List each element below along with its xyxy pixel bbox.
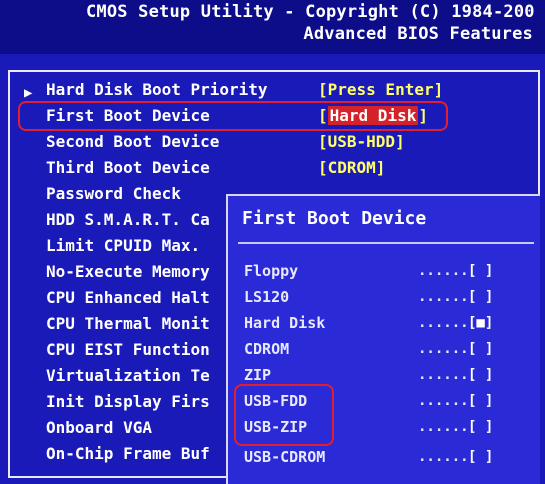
option-checkbox[interactable]: [ ] — [468, 367, 493, 383]
option-dots: ...... — [418, 341, 469, 357]
option-dots: ...... — [418, 419, 469, 435]
option-zip[interactable]: ZIP — [244, 366, 271, 384]
option-ls120[interactable]: LS120 — [244, 288, 289, 306]
popup-divider — [238, 242, 534, 244]
option-floppy[interactable]: Floppy — [244, 262, 298, 280]
menu-value-hard-disk-boot-priority[interactable]: [Press Enter] — [318, 80, 443, 99]
option-checkbox-selected[interactable]: [■] — [468, 315, 493, 331]
menu-item-second-boot-device[interactable]: Second Boot Device — [46, 132, 219, 151]
option-checkbox[interactable]: [ ] — [468, 263, 493, 279]
menu-item-password-check[interactable]: Password Check — [46, 184, 181, 203]
menu-item-cpu-enhanced-halt[interactable]: CPU Enhanced Halt — [46, 288, 210, 307]
utility-title: CMOS Setup Utility - Copyright (C) 1984-… — [86, 2, 535, 22]
menu-item-hard-disk-boot-priority[interactable]: Hard Disk Boot Priority — [46, 80, 268, 99]
option-dots: ...... — [418, 315, 469, 331]
menu-item-no-execute-memory[interactable]: No-Execute Memory — [46, 262, 210, 281]
submenu-arrow-icon: ▶ — [24, 85, 33, 101]
option-dots: ...... — [418, 367, 469, 383]
option-checkbox[interactable]: [ ] — [468, 289, 493, 305]
option-checkbox[interactable]: [ ] — [468, 419, 493, 435]
option-checkbox[interactable]: [ ] — [468, 393, 493, 409]
menu-item-third-boot-device[interactable]: Third Boot Device — [46, 158, 210, 177]
option-dots: ...... — [418, 449, 469, 465]
option-dots: ...... — [418, 263, 469, 279]
menu-item-limit-cpuid[interactable]: Limit CPUID Max. — [46, 236, 200, 255]
menu-item-virtualization[interactable]: Virtualization Te — [46, 366, 210, 385]
option-checkbox[interactable]: [ ] — [468, 341, 493, 357]
menu-item-onboard-vga[interactable]: Onboard VGA — [46, 418, 152, 437]
usb-options-annotation — [234, 384, 334, 446]
menu-item-on-chip-frame-buffer[interactable]: On-Chip Frame Buf — [46, 444, 210, 463]
first-boot-device-popup: First Boot Device Floppy ...... [ ] LS12… — [226, 194, 540, 484]
menu-item-hdd-smart[interactable]: HDD S.M.A.R.T. Ca — [46, 210, 210, 229]
option-dots: ...... — [418, 289, 469, 305]
page-title: Advanced BIOS Features — [303, 24, 533, 44]
popup-title: First Boot Device — [242, 208, 427, 229]
option-hard-disk[interactable]: Hard Disk — [244, 314, 325, 332]
menu-item-cpu-thermal-monitor[interactable]: CPU Thermal Monit — [46, 314, 210, 333]
first-boot-device-annotation — [18, 101, 448, 131]
option-dots: ...... — [418, 393, 469, 409]
menu-item-init-display-first[interactable]: Init Display Firs — [46, 392, 210, 411]
option-cdrom[interactable]: CDROM — [244, 340, 289, 358]
option-usb-cdrom[interactable]: USB-CDROM — [244, 448, 325, 466]
menu-value-third-boot-device[interactable]: [CDROM] — [318, 158, 385, 177]
bios-header: CMOS Setup Utility - Copyright (C) 1984-… — [0, 0, 545, 54]
menu-item-cpu-eist-function[interactable]: CPU EIST Function — [46, 340, 210, 359]
option-checkbox[interactable]: [ ] — [468, 449, 493, 465]
menu-value-second-boot-device[interactable]: [USB-HDD] — [318, 132, 405, 151]
